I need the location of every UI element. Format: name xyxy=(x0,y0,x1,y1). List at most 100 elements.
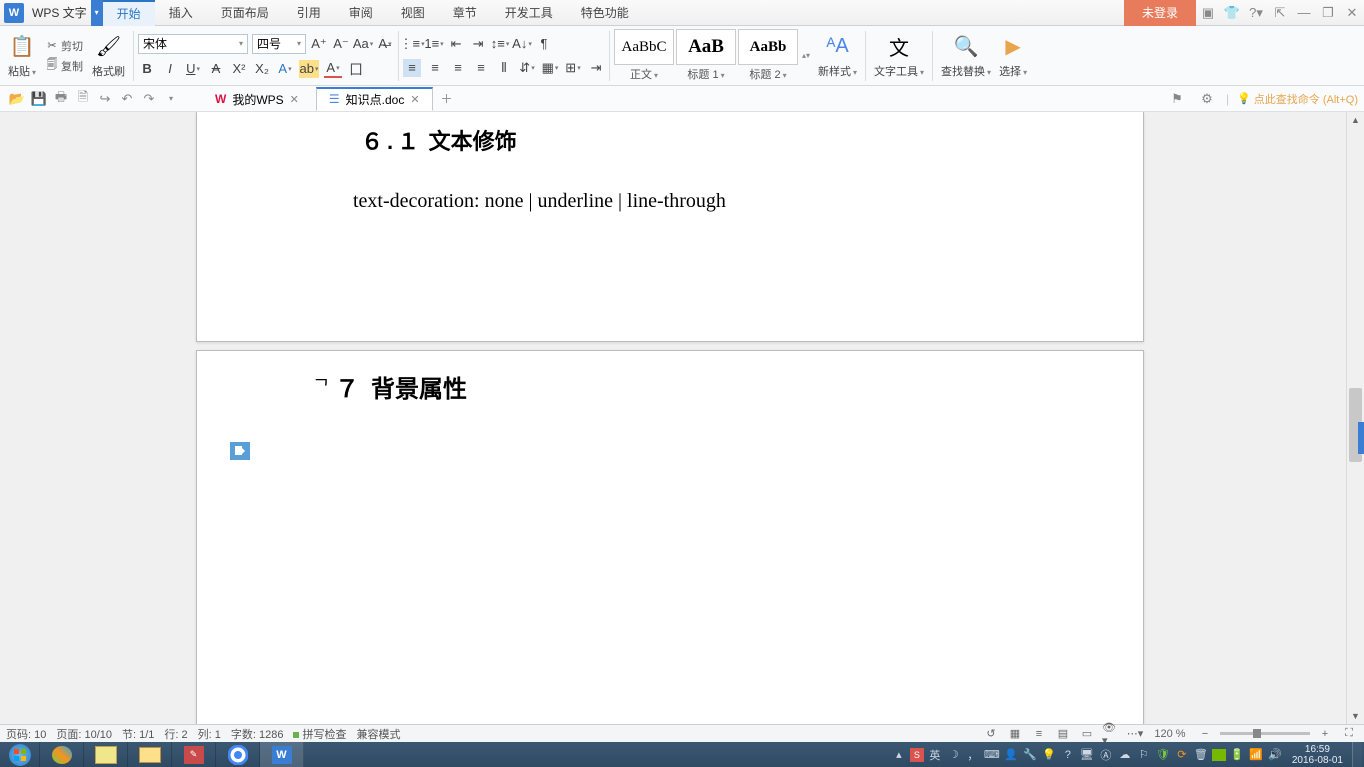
zoom-out-icon[interactable]: ⋯▾ xyxy=(1126,727,1144,741)
status-pages[interactable]: 页面: 10/10 xyxy=(56,726,112,742)
find-replace-group[interactable]: 🔍 查找替换 xyxy=(937,33,995,79)
menu-tab-devtools[interactable]: 开发工具 xyxy=(491,0,567,26)
subscript-button[interactable]: X₂ xyxy=(253,60,271,78)
help-icon[interactable]: ?▾ xyxy=(1244,0,1268,26)
font-name-select[interactable]: 宋体▾ xyxy=(138,34,248,54)
taskbar-explorer[interactable] xyxy=(128,742,172,767)
copy-button[interactable]: 🗐复制 xyxy=(42,57,86,75)
change-case-icon[interactable]: Aa xyxy=(354,35,372,53)
view-web-icon[interactable]: ▤ xyxy=(1054,727,1072,741)
menu-tab-section[interactable]: 章节 xyxy=(439,0,491,26)
tray-network-icon[interactable]: 📶 xyxy=(1248,747,1264,763)
scroll-down-icon[interactable]: ▼ xyxy=(1347,708,1364,724)
search-command[interactable]: 💡点此查找命令 (Alt+Q) xyxy=(1237,91,1358,107)
tray-shield-icon[interactable]: 🛡 xyxy=(1155,747,1171,763)
font-size-select[interactable]: 四号▾ xyxy=(252,34,306,54)
superscript-button[interactable]: X² xyxy=(230,60,248,78)
bullets-button[interactable]: ⋮≡ xyxy=(403,35,421,53)
tray-help-icon[interactable]: ? xyxy=(1060,747,1076,763)
numbering-button[interactable]: 1≡ xyxy=(425,35,443,53)
tray-bulb-icon[interactable]: 💡 xyxy=(1041,747,1057,763)
taskbar-chrome[interactable] xyxy=(216,742,260,767)
brush-icon[interactable]: 🖌 xyxy=(95,33,123,61)
export-icon[interactable]: ↪ xyxy=(95,89,115,109)
skin-icon[interactable]: ▣ xyxy=(1196,0,1220,26)
style-normal[interactable]: AaBbC正文 xyxy=(614,29,674,82)
highlight-button[interactable]: ab xyxy=(299,60,319,78)
borders-button[interactable]: ⊞ xyxy=(564,59,582,77)
popout-icon[interactable]: ⇱ xyxy=(1268,0,1292,26)
tray-user-icon[interactable]: 👤 xyxy=(1003,747,1019,763)
format-painter-label[interactable]: 格式刷 xyxy=(92,63,125,79)
menu-tab-insert[interactable]: 插入 xyxy=(155,0,207,26)
eye-icon[interactable]: 👁▾ xyxy=(1102,727,1120,741)
align-justify-button[interactable]: ≡ xyxy=(472,59,490,77)
status-words[interactable]: 字数: 1286 xyxy=(231,726,284,742)
menu-tab-layout[interactable]: 页面布局 xyxy=(207,0,283,26)
doc-tab-document[interactable]: ☰ 知识点.doc ✕ xyxy=(316,87,433,111)
zoom-thumb[interactable] xyxy=(1253,729,1261,738)
flag-icon[interactable]: ⚑ xyxy=(1167,89,1187,109)
clear-format-icon[interactable]: A̶ xyxy=(376,35,394,53)
tray-moon-icon[interactable]: ☽ xyxy=(946,747,962,763)
select-group[interactable]: ▶ 选择 xyxy=(995,33,1031,79)
document-page-current[interactable]: ᄀ ７ 背景属性 xyxy=(196,350,1144,724)
style-h2[interactable]: AaBb标题 2 xyxy=(738,29,798,82)
settings-icon[interactable]: ⚙ xyxy=(1197,89,1217,109)
text-tools-group[interactable]: 文 文字工具 xyxy=(870,33,928,79)
app-menu-dropdown[interactable]: ▾ xyxy=(91,0,103,26)
taskbar-capture[interactable]: ✎ xyxy=(172,742,216,767)
menu-tab-feature[interactable]: 特色功能 xyxy=(567,0,643,26)
menu-tab-review[interactable]: 审阅 xyxy=(335,0,387,26)
taskbar-app-2[interactable] xyxy=(84,742,128,767)
text-effect-button[interactable]: A xyxy=(276,60,294,78)
menu-tab-references[interactable]: 引用 xyxy=(283,0,335,26)
cut-button[interactable]: ✂剪切 xyxy=(42,37,86,55)
tray-volume-icon[interactable]: 🔊 xyxy=(1267,747,1283,763)
document-page-prev[interactable]: ６.１ 文本修饰 text-decoration: none | underli… xyxy=(196,112,1144,342)
shirt-icon[interactable]: 👕 xyxy=(1220,0,1244,26)
zoom-out-button[interactable]: − xyxy=(1196,727,1214,741)
view-outline-icon[interactable]: ≡ xyxy=(1030,727,1048,741)
indent-dec-button[interactable]: ⇤ xyxy=(447,35,465,53)
style-expand[interactable]: ▴▾ xyxy=(800,49,814,62)
restore-icon[interactable]: ❐ xyxy=(1316,0,1340,26)
taskbar-app-1[interactable] xyxy=(40,742,84,767)
font-color-button[interactable]: A xyxy=(324,60,342,78)
redo-icon[interactable]: ↷ xyxy=(139,89,159,109)
align-left-button[interactable]: ≡ xyxy=(403,59,421,77)
menu-tab-view[interactable]: 视图 xyxy=(387,0,439,26)
history-icon[interactable]: ↺ xyxy=(982,727,1000,741)
show-marks-button[interactable]: ¶ xyxy=(535,35,553,53)
qat-more-icon[interactable]: ▾ xyxy=(161,89,181,109)
print-icon[interactable]: 🖶 xyxy=(51,89,71,109)
fullscreen-icon[interactable]: ⛶ xyxy=(1340,727,1358,741)
line-spacing-button[interactable]: ↕≡ xyxy=(491,35,509,53)
start-button[interactable] xyxy=(0,742,40,767)
doc-tab-mywps[interactable]: W 我的WPS ✕ xyxy=(202,87,312,111)
paste-label[interactable]: 粘贴 xyxy=(8,63,36,79)
shrink-font-icon[interactable]: A⁻ xyxy=(332,35,350,53)
add-tab-button[interactable]: ＋ xyxy=(437,87,457,111)
new-style-group[interactable]: ᴬA 新样式 xyxy=(814,33,861,79)
preview-icon[interactable]: 🗎 xyxy=(73,89,93,109)
taskbar-wps-active[interactable]: W xyxy=(260,742,304,767)
tray-keyboard-icon[interactable]: ⌨ xyxy=(984,747,1000,763)
open-icon[interactable]: 📂 xyxy=(7,89,27,109)
shading-button[interactable]: ▦ xyxy=(541,59,559,77)
show-desktop-button[interactable] xyxy=(1352,742,1362,767)
login-button[interactable]: 未登录 xyxy=(1124,0,1196,26)
close-window-icon[interactable]: ✕ xyxy=(1340,0,1364,26)
tray-expand-icon[interactable]: ▴ xyxy=(891,747,907,763)
grow-font-icon[interactable]: A⁺ xyxy=(310,35,328,53)
tray-flag-icon[interactable]: ⚐ xyxy=(1136,747,1152,763)
zoom-slider[interactable] xyxy=(1220,732,1310,735)
undo-icon[interactable]: ↶ xyxy=(117,89,137,109)
status-spellcheck[interactable]: 拼写检查 xyxy=(293,726,346,742)
strike-button[interactable]: A xyxy=(207,60,225,78)
paste-icon[interactable]: 📋 xyxy=(8,33,36,61)
zoom-in-button[interactable]: + xyxy=(1316,727,1334,741)
sort-button[interactable]: A↓ xyxy=(513,35,531,53)
align-center-button[interactable]: ≡ xyxy=(426,59,444,77)
view-print-icon[interactable]: ▦ xyxy=(1006,727,1024,741)
